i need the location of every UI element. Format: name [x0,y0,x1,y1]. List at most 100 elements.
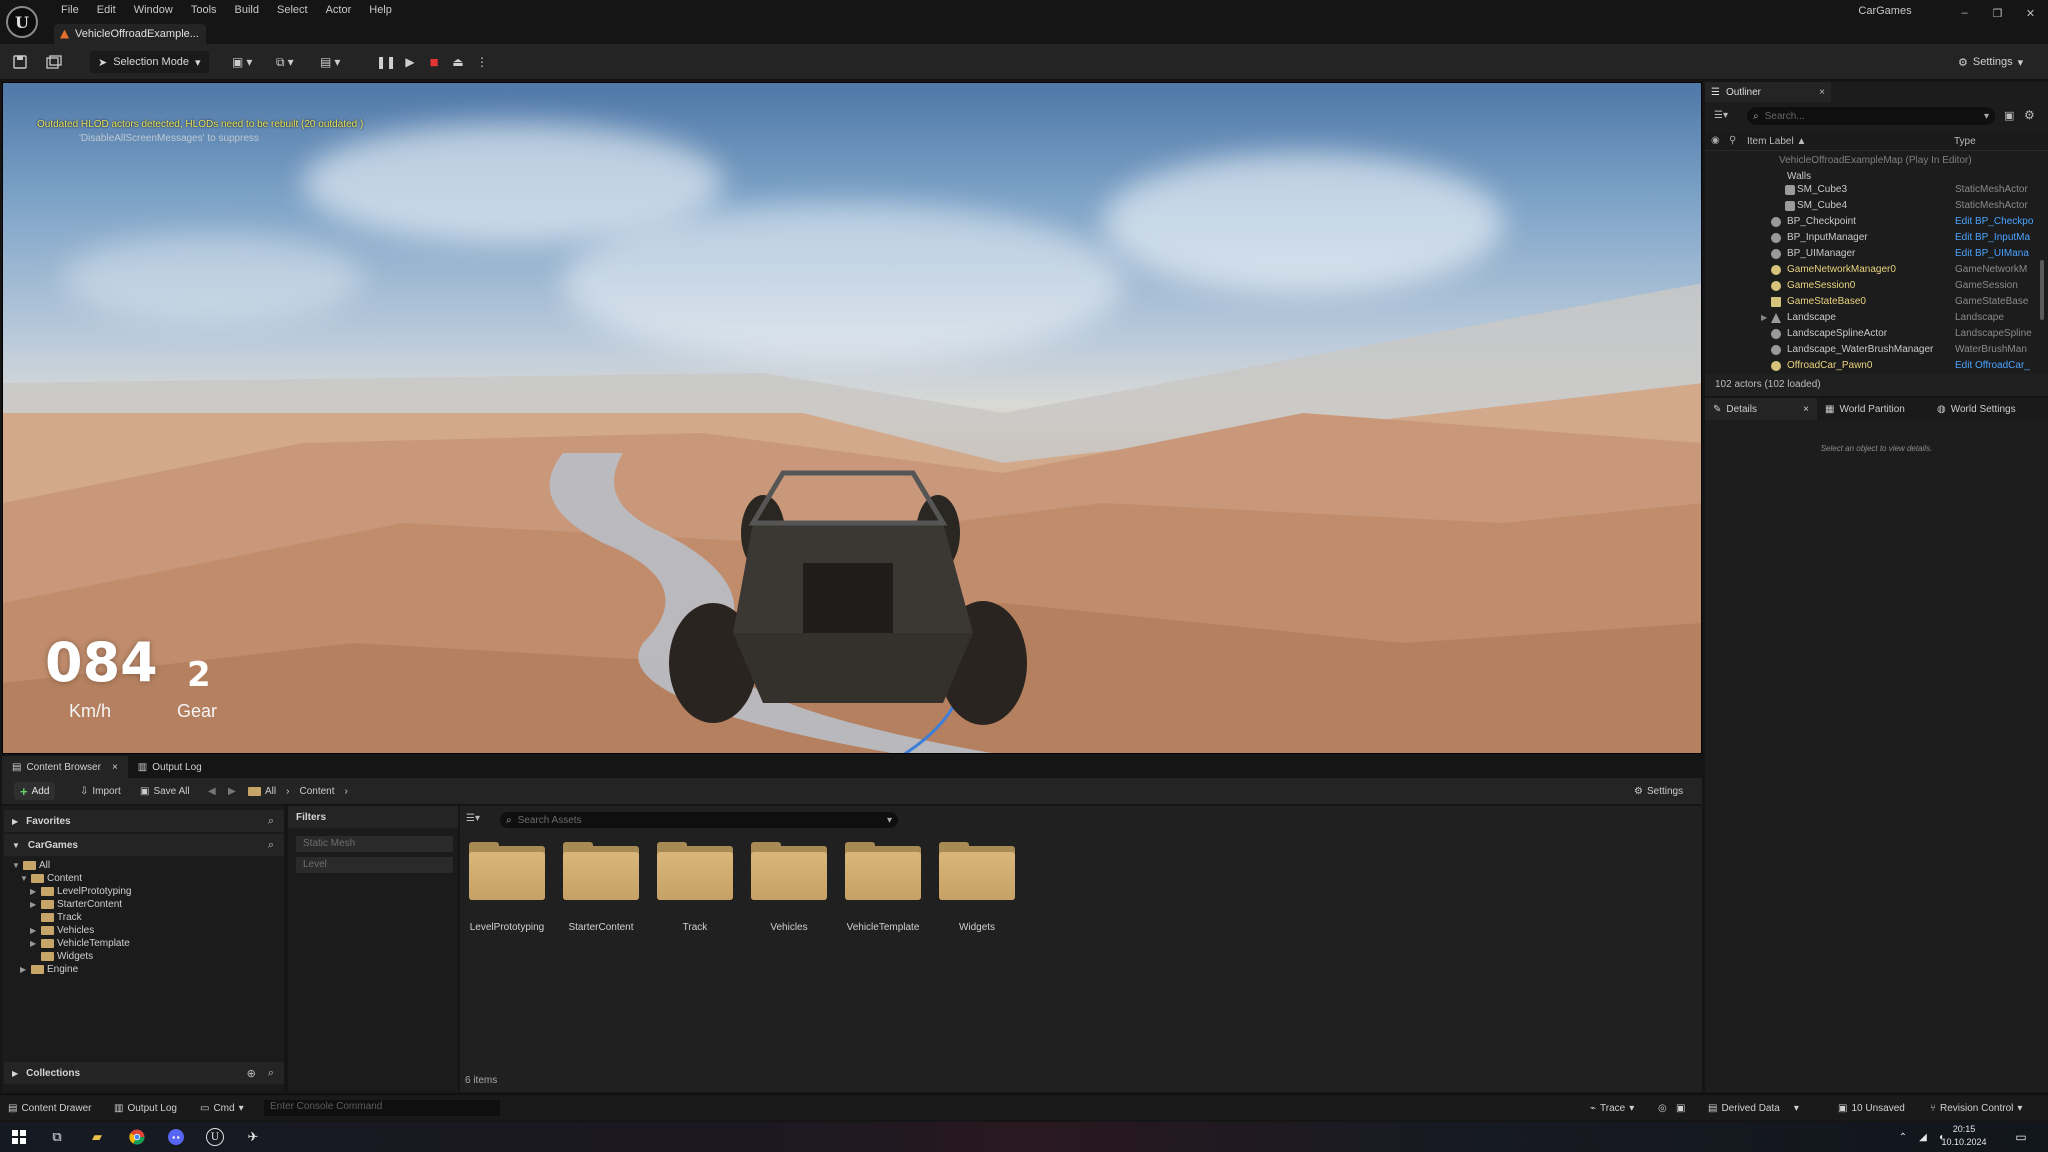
blueprints-dropdown[interactable]: ⧉ ▾ [272,52,298,72]
revision-control-dropdown[interactable]: ⑂ Revision Control ▾ [1930,1100,2022,1116]
outliner-row[interactable]: BP_InputManager Edit BP_InputMa [1705,230,2048,246]
outliner-row[interactable]: BP_Checkpoint Edit BP_Checkpo [1705,214,2048,230]
tree-item-widgets[interactable]: Widgets [30,950,93,963]
chrome-icon[interactable] [128,1128,146,1146]
outliner-search-input[interactable]: ⌕ Search... ▾ [1747,107,1995,125]
menu-build[interactable]: Build [226,2,268,18]
outliner-row[interactable]: BP_UIManager Edit BP_UIMana [1705,246,2048,262]
file-explorer-icon[interactable]: ▰ [88,1128,106,1146]
pin-icon[interactable]: ⚲ [1729,135,1736,146]
history-forward-icon[interactable]: ▶ [222,782,242,800]
project-header[interactable]: ▼ CarGames ⌕ [4,834,284,856]
level-document-tab[interactable]: VehicleOffroadExample... [54,24,206,44]
unreal-logo-icon[interactable]: U [6,6,38,38]
step-frame-icon[interactable]: ▶ [400,52,420,72]
task-view-icon[interactable]: ⧉ [48,1128,66,1146]
outliner-row[interactable]: GameNetworkManager0 GameNetworkM [1705,262,2048,278]
windows-start-icon[interactable] [10,1128,28,1146]
menu-file[interactable]: File [52,2,88,18]
tab-world-settings[interactable]: ◍ World Settings [1929,398,2041,420]
asset-search-input[interactable]: ⌕ Search Assets ▾ [500,812,898,828]
add-button[interactable]: + Add [14,782,56,800]
selection-mode-dropdown[interactable]: ➤ Selection Mode ▾ [90,51,209,73]
tree-item-engine[interactable]: ▶ Engine [20,963,78,976]
collections-header[interactable]: ▶ Collections ⊕ ⌕ [4,1062,284,1084]
outliner-row-map[interactable]: VehicleOffroadExampleMap (Play In Editor… [1705,153,2048,169]
tree-item-track[interactable]: Track [30,911,82,924]
game-viewport[interactable]: Outdated HLOD actors detected, HLODs nee… [2,82,1702,754]
tray-chevron-icon[interactable]: ⌃ [1894,1128,1912,1146]
menu-actor[interactable]: Actor [317,2,361,18]
browse-content-icon[interactable] [46,54,62,70]
asset-folder-vehicletemplate[interactable]: VehicleTemplate [838,842,928,933]
app-taskbar-icon[interactable]: ✈ [244,1128,262,1146]
filter-icon[interactable]: ☰▾ [466,813,480,824]
asset-folder-track[interactable]: Track [650,842,740,933]
trace-dropdown[interactable]: ⌁ Trace ▾ [1590,1100,1634,1116]
stop-icon[interactable]: ■ [424,52,444,72]
history-back-icon[interactable]: ◀ [202,782,222,800]
menu-edit[interactable]: Edit [88,2,125,18]
asset-folder-levelprototyping[interactable]: LevelPrototyping [462,842,552,933]
minimize-button[interactable]: – [1948,3,1981,23]
tree-item-vehicletemplate[interactable]: ▶ VehicleTemplate [30,937,130,950]
import-button[interactable]: ⇩ Import [74,782,127,800]
breadcrumb-content[interactable]: Content [299,786,334,797]
expand-arrow-icon[interactable]: ▶ [1761,310,1767,326]
content-browser-settings-button[interactable]: ⚙ Settings [1628,782,1689,800]
visibility-eye-icon[interactable]: ◉ [1711,135,1720,146]
unsaved-button[interactable]: ▣ 10 Unsaved [1838,1100,1905,1116]
close-icon[interactable]: × [1819,87,1825,98]
tree-item-levelprototyping[interactable]: ▶ LevelPrototyping [30,885,132,898]
eject-icon[interactable]: ⏏ [448,52,468,72]
outliner-tab[interactable]: ☰ Outliner × [1705,82,1831,102]
menu-select[interactable]: Select [268,2,317,18]
menu-tools[interactable]: Tools [182,2,226,18]
restore-button[interactable]: ❐ [1981,3,2014,23]
console-command-input[interactable]: Enter Console Command [264,1100,500,1116]
close-window-button[interactable]: ✕ [2014,3,2047,23]
toolbar-settings-button[interactable]: ⚙ Settings ▾ [1958,52,2023,72]
network-icon[interactable]: ◢ [1914,1128,1932,1146]
outliner-row[interactable]: Landscape_WaterBrushManager WaterBrushMa… [1705,342,2048,358]
save-icon[interactable] [12,54,28,70]
close-icon[interactable]: × [112,762,118,773]
cmd-dropdown[interactable]: ▭ Cmd ▾ [200,1100,244,1116]
filter-icon[interactable]: ☰▾ [1714,110,1728,121]
more-options-icon[interactable]: ⋮ [472,52,492,72]
add-folder-icon[interactable]: ▣ [2004,109,2014,122]
search-icon[interactable]: ⌕ [268,1067,274,1080]
add-actor-dropdown[interactable]: ▣ ▾ [228,52,256,72]
outliner-row[interactable]: SM_Cube4 StaticMeshActor [1705,198,2048,214]
record-icon[interactable]: ◎ [1658,1100,1667,1116]
edit-blueprint-link[interactable]: Edit BP_InputMa [1955,230,2045,246]
tab-output-log[interactable]: ▥ Output Log [128,756,212,778]
outliner-row[interactable]: LandscapeSplineActor LandscapeSpline [1705,326,2048,342]
tree-item-vehicles[interactable]: ▶ Vehicles [30,924,94,937]
discord-icon[interactable] [167,1128,185,1146]
outliner-row[interactable]: SM_Cube3 StaticMeshActor [1705,182,2048,198]
favorites-header[interactable]: ▶ Favorites ⌕ [4,810,284,832]
edit-blueprint-link[interactable]: Edit BP_UIMana [1955,246,2045,262]
outliner-row[interactable]: GameStateBase0 GameStateBase [1705,294,2048,310]
menu-help[interactable]: Help [360,2,401,18]
edit-blueprint-link[interactable]: Edit BP_Checkpo [1955,214,2045,230]
outliner-row[interactable]: OffroadCar_Pawn0 Edit OffroadCar_ [1705,358,2048,374]
output-log-button[interactable]: ▥ Output Log [114,1100,177,1116]
tree-item-content[interactable]: ▼ Content [20,872,82,885]
outliner-row[interactable]: GameSession0 GameSession [1705,278,2048,294]
tab-content-browser[interactable]: ▤ Content Browser × [2,756,128,778]
outliner-scrollbar[interactable] [2040,260,2044,320]
screenshot-icon[interactable]: ▣ [1676,1100,1685,1116]
save-all-button[interactable]: ▣ Save All [134,782,196,800]
asset-folder-startercontent[interactable]: StarterContent [556,842,646,933]
tree-item-all[interactable]: ▼ All [12,859,50,872]
asset-folder-widgets[interactable]: Widgets [932,842,1022,933]
add-collection-icon[interactable]: ⊕ [247,1067,256,1080]
item-label-column[interactable]: Item Label ▲ [1747,136,1806,147]
unreal-engine-taskbar-icon[interactable]: U [206,1128,224,1146]
tab-world-partition[interactable]: ▦ World Partition [1817,398,1929,420]
tab-details[interactable]: ✎ Details × [1705,398,1817,420]
outliner-row[interactable]: ▶ Landscape Landscape [1705,310,2048,326]
close-icon[interactable]: × [1803,404,1809,415]
